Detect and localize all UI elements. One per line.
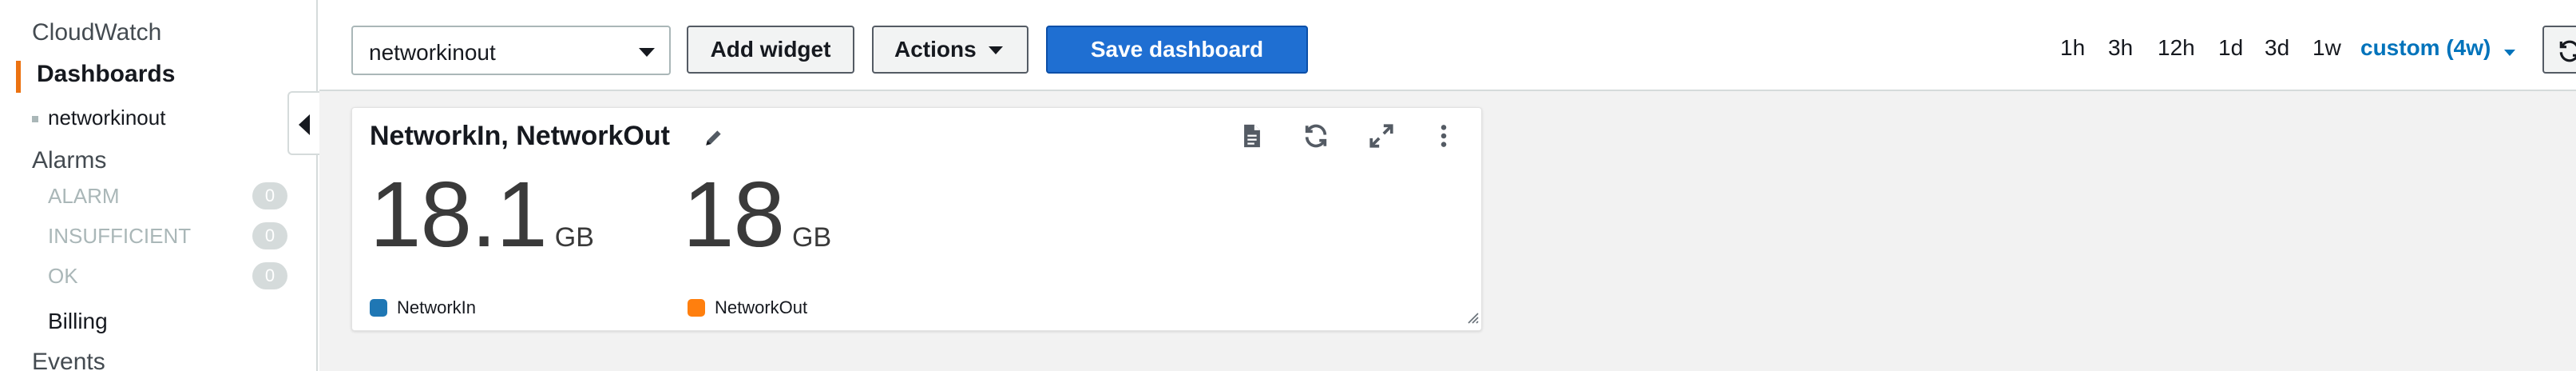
alarm-state-label: OK [48, 264, 78, 288]
number-widget[interactable]: NetworkIn, NetworkOut 18.1 GB 18 GB Netw… [351, 107, 1482, 331]
alarm-count-badge: 0 [252, 182, 287, 209]
dashboard-select-value: networkinout [369, 40, 496, 65]
sidebar-item-alarm-state[interactable]: ALARM 0 [48, 182, 287, 211]
metric-unit: GB [792, 222, 832, 253]
legend-swatch [688, 299, 705, 317]
alarm-state-label: ALARM [48, 184, 120, 208]
refresh-icon[interactable] [1302, 122, 1331, 151]
metric-unit: GB [554, 222, 594, 253]
sidebar-item-alarms[interactable]: Alarms [32, 147, 106, 174]
sidebar-item-label: networkinout [48, 106, 166, 130]
chevron-down-icon[interactable] [2504, 50, 2515, 56]
time-range-custom[interactable]: custom (4w) [2360, 35, 2491, 61]
ok-count-badge: 0 [252, 262, 287, 289]
refresh-icon [2559, 40, 2576, 62]
dashboard-refresh-button[interactable] [2542, 26, 2576, 74]
sidebar-item-billing[interactable]: Billing [48, 309, 108, 334]
more-options-icon[interactable] [1430, 122, 1459, 151]
widget-title: NetworkIn, NetworkOut [370, 121, 670, 151]
caret-left-icon [299, 114, 310, 135]
legend-item-networkin[interactable]: NetworkIn [370, 297, 476, 318]
sidebar-item-events[interactable]: Events [32, 349, 105, 371]
time-range-12h[interactable]: 12h [2158, 35, 2195, 61]
time-range-1w[interactable]: 1w [2312, 35, 2341, 61]
sidebar: CloudWatch Dashboards networkinout Alarm… [0, 0, 318, 371]
cloudwatch-console: CloudWatch Dashboards networkinout Alarm… [0, 0, 2576, 371]
time-range-3h[interactable]: 3h [2108, 35, 2133, 61]
pencil-icon[interactable] [703, 127, 724, 152]
metric-value: 18 [683, 162, 785, 266]
time-range-3d[interactable]: 3d [2265, 35, 2289, 61]
time-range-1h[interactable]: 1h [2060, 35, 2085, 61]
networkout-metric: 18 GB [683, 161, 831, 268]
collapse-sidebar-button[interactable] [287, 91, 319, 155]
time-range-1d[interactable]: 1d [2218, 35, 2243, 61]
actions-button[interactable]: Actions [872, 26, 1028, 74]
legend-label: NetworkOut [715, 297, 808, 318]
sidebar-item-insufficient-state[interactable]: INSUFFICIENT 0 [48, 222, 287, 251]
alarm-state-label: INSUFFICIENT [48, 224, 192, 248]
sidebar-item-dashboards[interactable]: Dashboards [16, 61, 175, 93]
chevron-down-icon [989, 46, 1003, 54]
resize-handle-icon[interactable] [1465, 310, 1480, 329]
dashboard-select[interactable]: networkinout [351, 26, 671, 75]
chevron-down-icon [639, 48, 655, 57]
expand-icon[interactable] [1368, 122, 1397, 151]
add-widget-button[interactable]: Add widget [687, 26, 854, 74]
save-dashboard-button[interactable]: Save dashboard [1046, 26, 1308, 74]
legend-item-networkout[interactable]: NetworkOut [688, 297, 807, 318]
bullet-icon [32, 116, 38, 123]
legend-label: NetworkIn [397, 297, 477, 318]
actions-label: Actions [894, 37, 977, 62]
networkin-metric: 18.1 GB [370, 161, 594, 268]
view-data-icon[interactable] [1238, 122, 1267, 151]
dashboard-toolbar: networkinout Add widget Actions Save das… [319, 0, 2576, 91]
main-content: networkinout Add widget Actions Save das… [319, 0, 2576, 371]
sidebar-item-cloudwatch[interactable]: CloudWatch [32, 19, 161, 46]
sidebar-item-ok-state[interactable]: OK 0 [48, 262, 287, 291]
sidebar-item-networkinout[interactable]: networkinout [32, 106, 165, 130]
insufficient-count-badge: 0 [252, 222, 287, 249]
legend-swatch [370, 299, 387, 317]
metric-value: 18.1 [370, 162, 548, 266]
